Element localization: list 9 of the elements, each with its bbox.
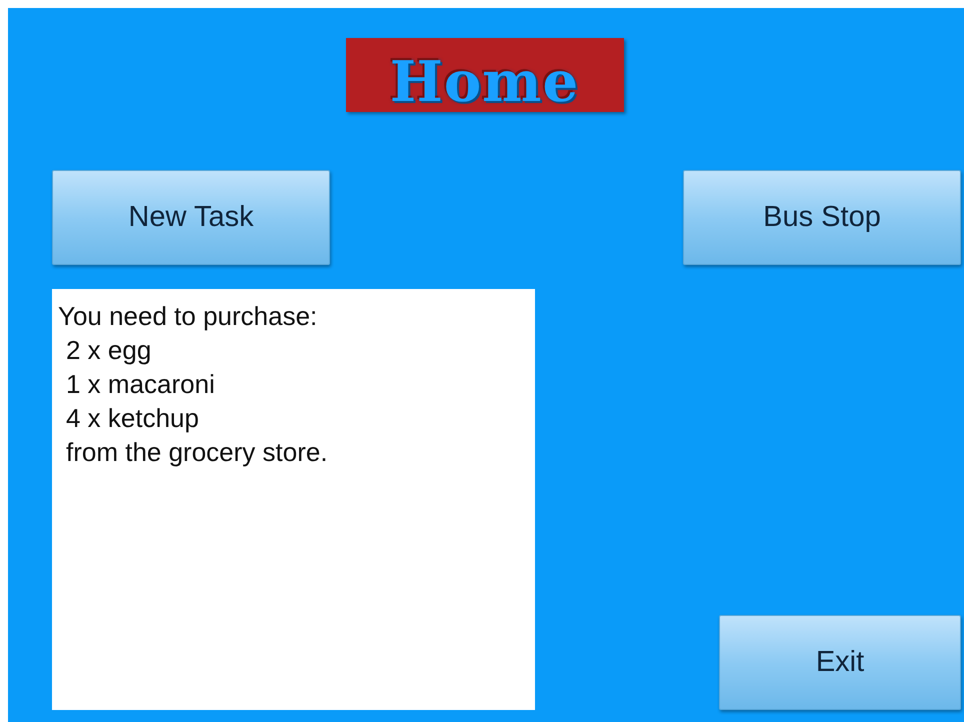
bus-stop-button[interactable]: Bus Stop xyxy=(683,170,961,265)
task-item: 1 x macaroni xyxy=(65,368,216,401)
new-task-button[interactable]: New Task xyxy=(52,170,330,265)
task-item: 2 x egg xyxy=(65,334,152,367)
task-footer: from the grocery store. xyxy=(58,435,529,469)
task-heading: You need to purchase: xyxy=(58,300,318,333)
exit-button[interactable]: Exit xyxy=(719,615,961,710)
page-title: Home xyxy=(390,54,580,110)
task-item: 4 x ketchup xyxy=(65,402,200,435)
